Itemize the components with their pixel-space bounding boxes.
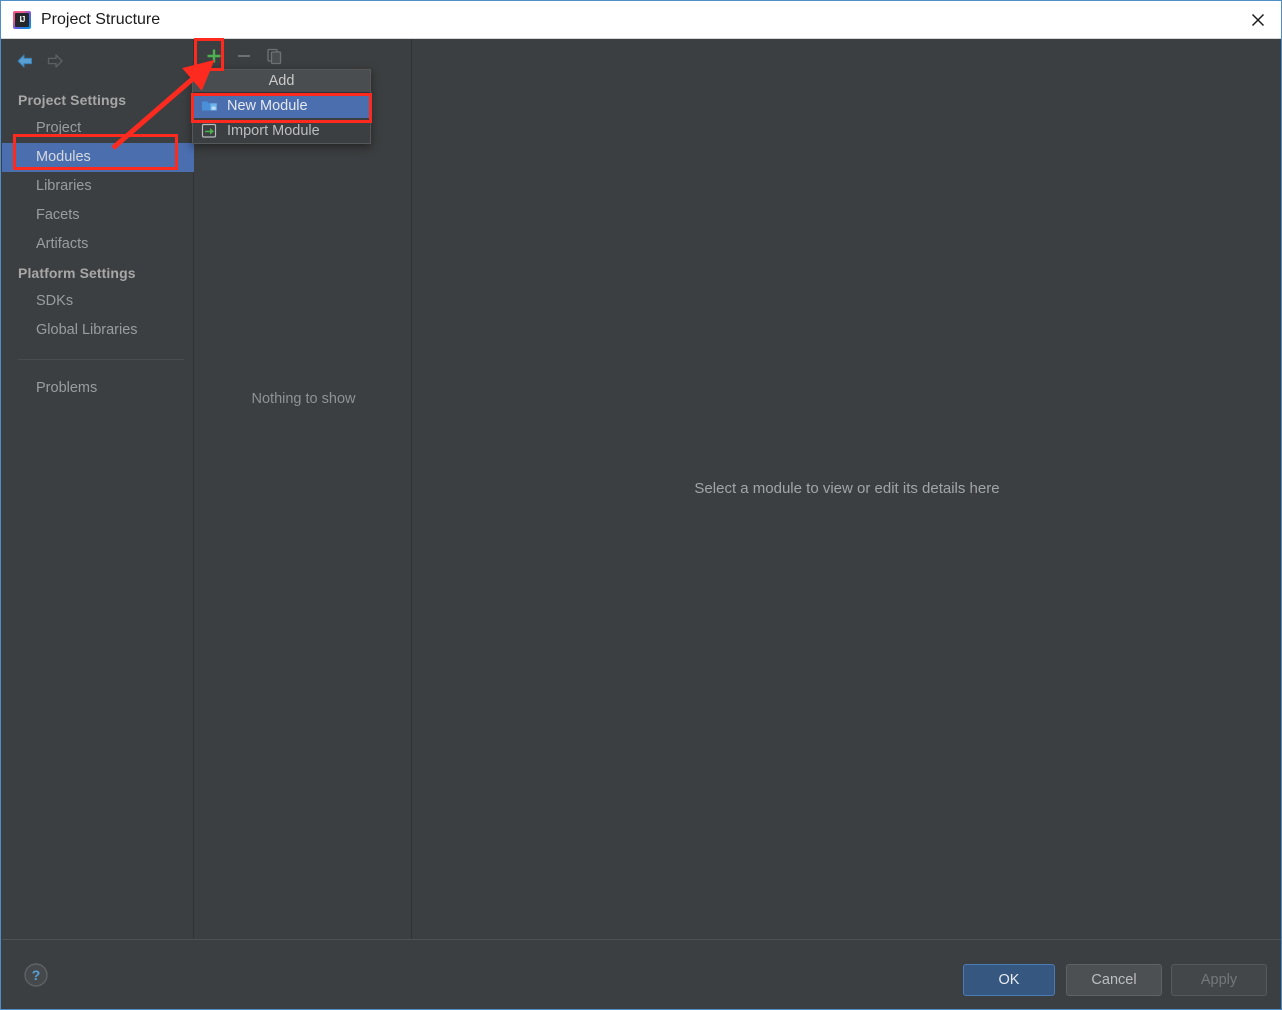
intellij-idea-icon: IJ [13, 11, 31, 29]
project-structure-dialog: IJ Project Structure [0, 0, 1282, 1010]
dialog-footer: ? OK Cancel Apply [2, 940, 1281, 1009]
svg-text:?: ? [32, 967, 41, 983]
sidebar-item-problems[interactable]: Problems [2, 374, 194, 403]
modules-toolbar [195, 39, 412, 73]
menu-item-import-module[interactable]: Import Module [193, 118, 370, 143]
close-icon[interactable] [1235, 1, 1281, 38]
copy-icon [259, 42, 289, 70]
menu-item-import-module-label: Import Module [227, 123, 320, 139]
window-title: Project Structure [41, 11, 160, 29]
sidebar-group-project-settings: Project Settings [2, 86, 194, 114]
titlebar: IJ Project Structure [1, 1, 1281, 39]
modules-empty-text: Nothing to show [195, 391, 412, 407]
settings-sidebar: Project Settings Project Modules Librari… [2, 39, 194, 939]
sidebar-item-artifacts[interactable]: Artifacts [2, 230, 194, 259]
add-popup-menu: Add New Module Import Module [192, 69, 371, 144]
sidebar-list: Project Settings Project Modules Librari… [2, 86, 194, 403]
plus-icon[interactable] [199, 42, 229, 70]
sidebar-item-libraries[interactable]: Libraries [2, 172, 194, 201]
cancel-button[interactable]: Cancel [1066, 964, 1162, 996]
details-placeholder-message: Select a module to view or edit its deta… [413, 480, 1281, 497]
navigation-arrows [2, 45, 194, 77]
sidebar-group-platform-settings: Platform Settings [2, 259, 194, 287]
menu-item-new-module[interactable]: New Module [193, 93, 370, 118]
app-icon-letters: IJ [15, 13, 29, 27]
import-module-arrow-icon [201, 122, 218, 139]
module-details-panel: Select a module to view or edit its deta… [413, 39, 1281, 939]
sidebar-item-project[interactable]: Project [2, 114, 194, 143]
modules-list-panel: Nothing to show [195, 39, 412, 939]
sidebar-item-sdks[interactable]: SDKs [2, 287, 194, 316]
sidebar-item-global-libraries[interactable]: Global Libraries [2, 316, 194, 345]
arrow-left-icon[interactable] [10, 48, 40, 74]
sidebar-item-facets[interactable]: Facets [2, 201, 194, 230]
new-module-folder-icon [201, 97, 218, 114]
popup-menu-header: Add [193, 70, 370, 93]
sidebar-divider [18, 359, 184, 360]
arrow-right-icon [40, 48, 70, 74]
menu-item-new-module-label: New Module [227, 98, 308, 114]
help-question-icon[interactable]: ? [23, 962, 49, 988]
dialog-body: Project Settings Project Modules Librari… [2, 39, 1281, 939]
apply-button: Apply [1171, 964, 1267, 996]
minus-icon [229, 42, 259, 70]
ok-button[interactable]: OK [963, 964, 1055, 996]
sidebar-item-modules[interactable]: Modules [2, 143, 194, 172]
